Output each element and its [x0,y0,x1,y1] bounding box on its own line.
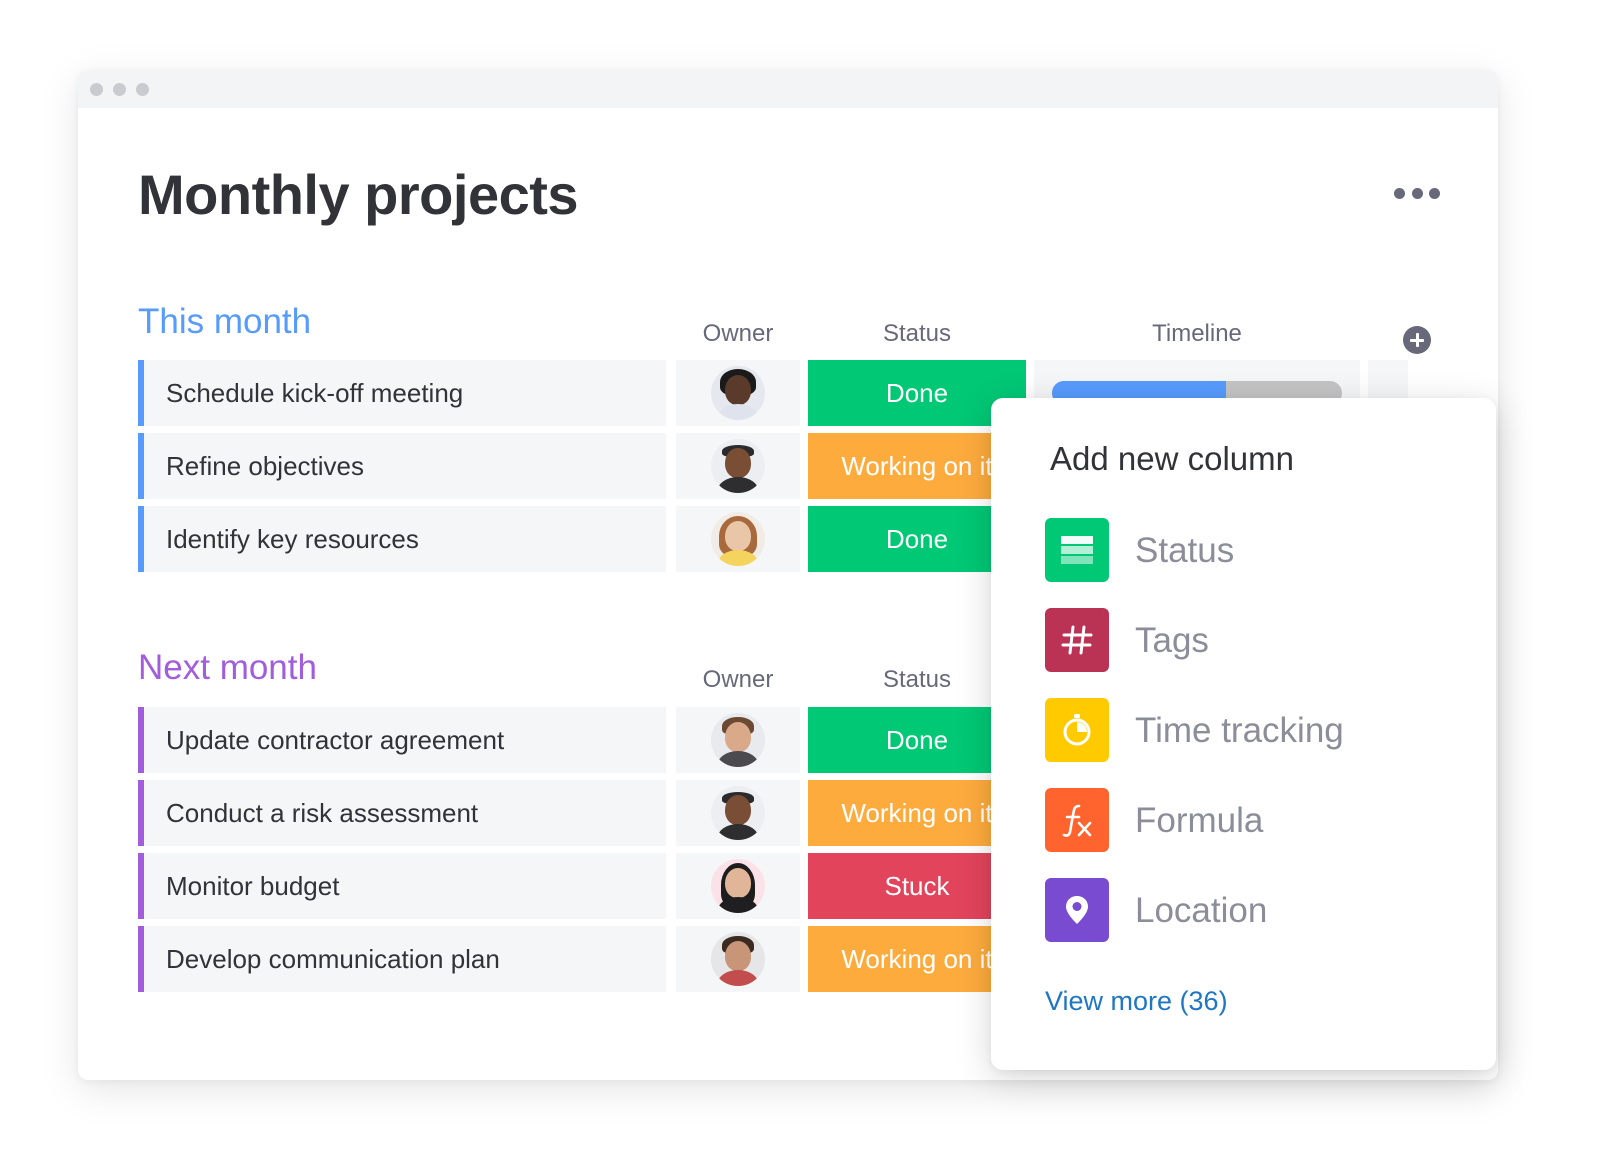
add-column-popup: Add new column Status Tags Time tracking… [991,398,1496,1070]
timer-icon [1045,698,1109,762]
column-option-status[interactable]: Status [1045,518,1465,582]
page-title: Monthly projects [138,163,579,226]
column-option-label: Location [1135,891,1268,930]
avatar[interactable] [711,439,765,493]
window-dot [113,83,126,96]
column-header-status[interactable]: Status [808,320,1026,348]
avatar[interactable] [711,713,765,767]
avatar[interactable] [711,859,765,913]
avatar[interactable] [711,512,765,566]
owner-cell[interactable] [676,360,800,426]
column-header-timeline[interactable]: Timeline [1034,320,1360,348]
avatar[interactable] [711,366,765,420]
column-option-label: Tags [1135,621,1209,660]
owner-cell[interactable] [676,780,800,846]
column-option-tags[interactable]: Tags [1045,608,1465,672]
owner-cell[interactable] [676,707,800,773]
item-name[interactable]: Monitor budget [138,853,666,919]
window-dot [136,83,149,96]
column-option-label: Formula [1135,801,1264,840]
item-name[interactable]: Schedule kick-off meeting [138,360,666,426]
group-title-this-month[interactable]: This month [138,302,311,342]
column-option-time-tracking[interactable]: Time tracking [1045,698,1465,762]
column-option-label: Time tracking [1135,711,1344,750]
item-name[interactable]: Identify key resources [138,506,666,572]
item-name[interactable]: Refine objectives [138,433,666,499]
column-option-formula[interactable]: Formula [1045,788,1465,852]
avatar[interactable] [711,786,765,840]
owner-cell[interactable] [676,853,800,919]
window-titlebar [78,70,1498,108]
item-name[interactable]: Develop communication plan [138,926,666,992]
column-option-label: Status [1135,531,1235,570]
avatar[interactable] [711,932,765,986]
owner-cell[interactable] [676,506,800,572]
column-header-owner[interactable]: Owner [676,666,800,694]
view-more-link[interactable]: View more (36) [1045,986,1228,1017]
column-option-location[interactable]: Location [1045,878,1465,942]
formula-icon [1045,788,1109,852]
group-title-next-month[interactable]: Next month [138,648,317,688]
location-pin-icon [1045,878,1109,942]
owner-cell[interactable] [676,926,800,992]
owner-cell[interactable] [676,433,800,499]
hashtag-icon [1045,608,1109,672]
window-dot [90,83,103,96]
more-options-icon[interactable] [1394,186,1440,200]
column-header-owner[interactable]: Owner [676,320,800,348]
item-name[interactable]: Conduct a risk assessment [138,780,666,846]
popup-title: Add new column [1050,440,1294,477]
status-icon [1045,518,1109,582]
item-name[interactable]: Update contractor agreement [138,707,666,773]
add-column-icon[interactable] [1403,326,1431,354]
